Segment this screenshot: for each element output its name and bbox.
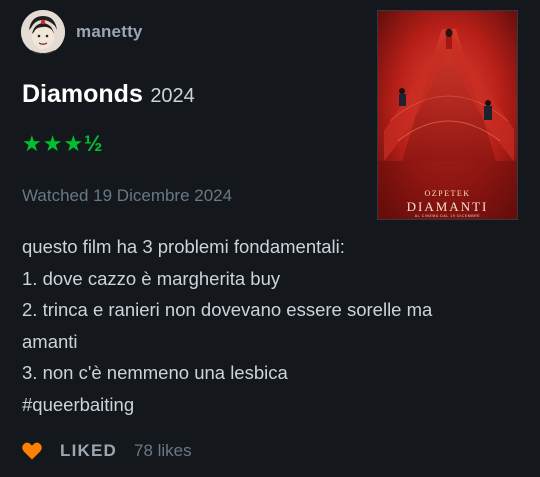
review-line[interactable]: #queerbaiting bbox=[22, 389, 522, 421]
liked-label: LIKED bbox=[60, 441, 117, 460]
review-text: questo film ha 3 problemi fondamentali: … bbox=[22, 231, 522, 420]
username[interactable]: manetty bbox=[76, 22, 143, 42]
likes-count[interactable]: 78 likes bbox=[134, 441, 192, 461]
review-card: manetty Diamonds 2024 ★★★½ Watched 19 Di… bbox=[0, 0, 540, 477]
review-footer: LIKED 78 likes bbox=[22, 440, 192, 462]
review-line: amanti bbox=[22, 330, 78, 352]
film-heading: Diamonds 2024 bbox=[22, 80, 195, 109]
review-line: 1. dove cazzo è margherita buy bbox=[22, 267, 281, 289]
poster-director: OZPETEK bbox=[424, 189, 471, 198]
film-year[interactable]: 2024 bbox=[150, 85, 195, 107]
review-line: 2. trinca e ranieri non dovevano essere … bbox=[22, 299, 433, 320]
poster-release-note: AL CINEMA DAL 19 DICEMBRE bbox=[414, 214, 481, 218]
review-line: 3. non c'è nemmeno una lesbica bbox=[22, 362, 288, 383]
film-title[interactable]: Diamonds bbox=[22, 80, 143, 108]
watched-date[interactable]: Watched 19 Dicembre 2024 bbox=[22, 186, 232, 206]
film-poster[interactable]: OZPETEK DIAMANTI AL CINEMA DAL 19 DICEMB… bbox=[377, 10, 518, 220]
avatar[interactable] bbox=[21, 10, 65, 54]
heart-icon[interactable] bbox=[22, 442, 42, 460]
review-line: questo film ha 3 problemi fondamentali: bbox=[22, 236, 345, 257]
poster-title: DIAMANTI bbox=[406, 199, 489, 214]
star-rating: ★★★½ bbox=[22, 131, 104, 156]
